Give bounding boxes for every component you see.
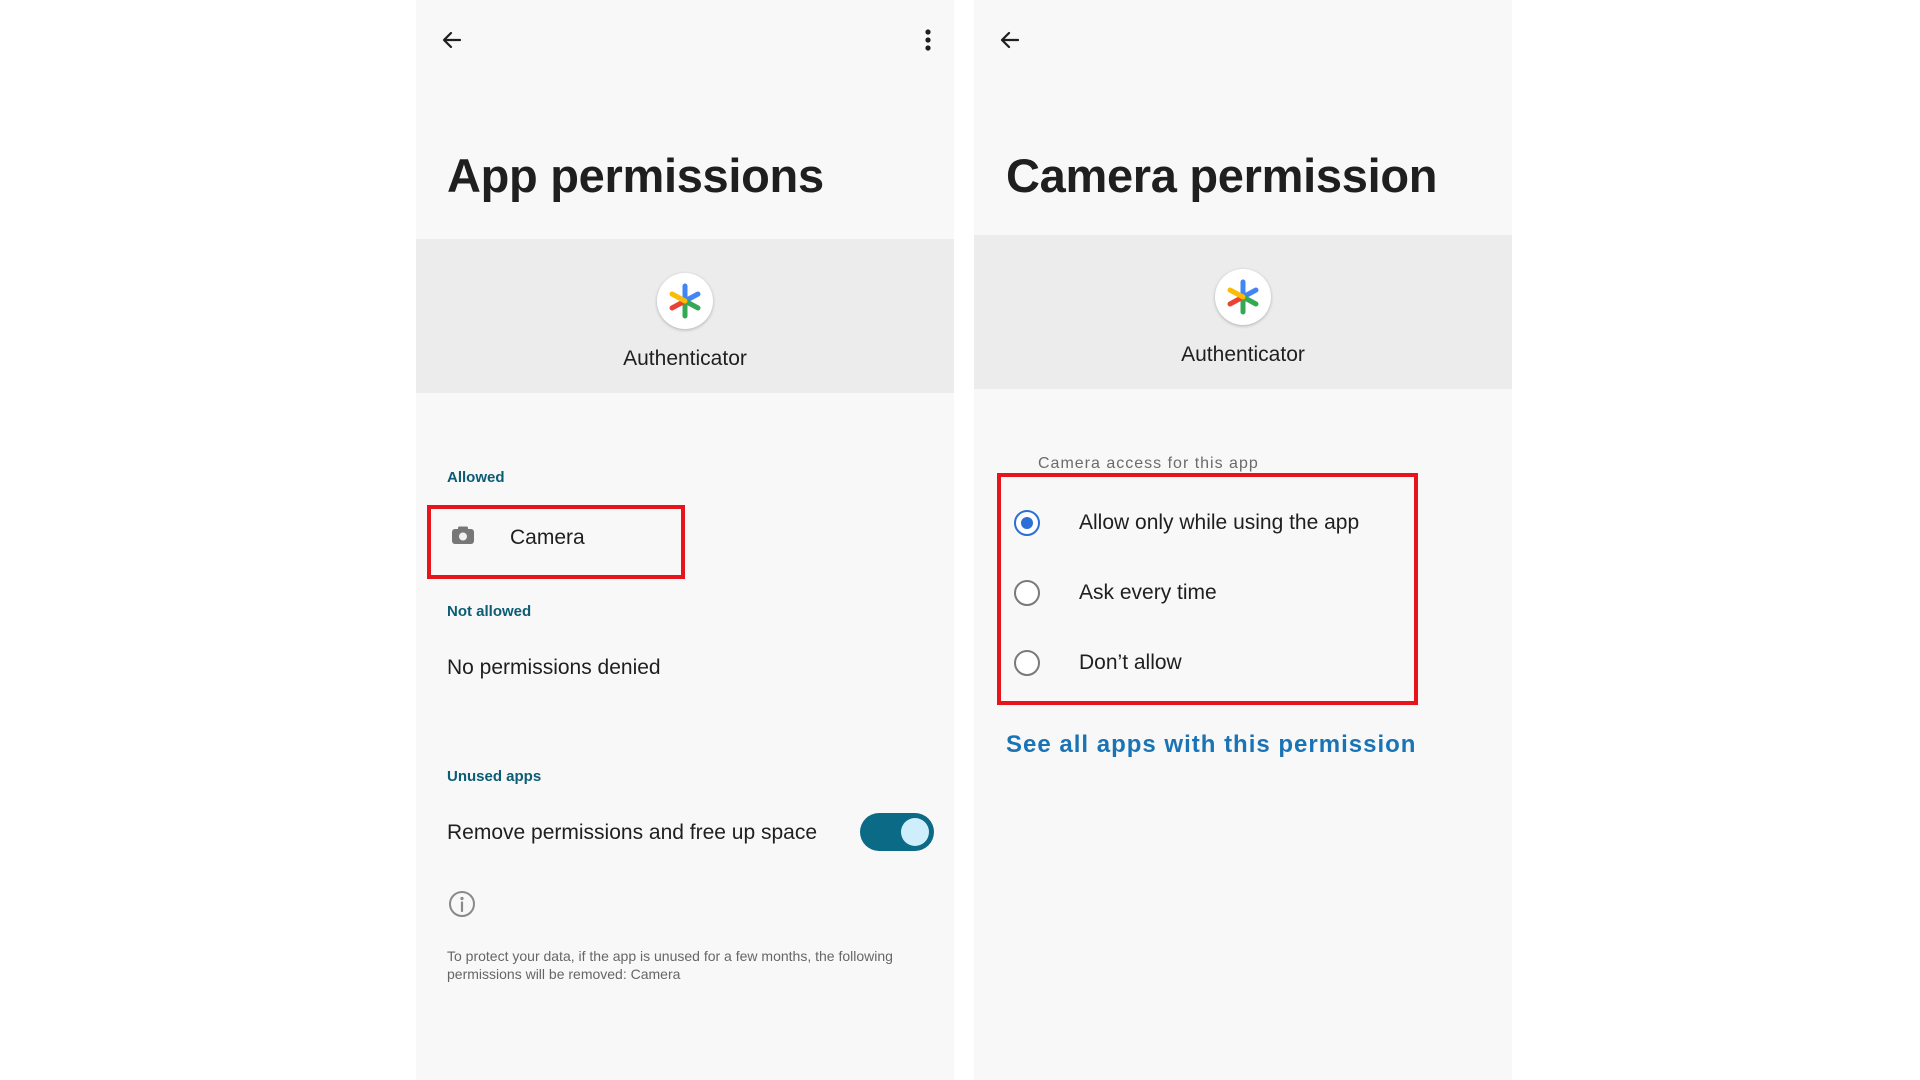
info-icon	[449, 891, 475, 917]
camera-access-subheader: Camera access for this app	[1038, 455, 1259, 472]
unused-apps-footnote: To protect your data, if the app is unus…	[447, 948, 893, 982]
more-vert-icon	[925, 29, 931, 51]
back-button[interactable]	[988, 18, 1032, 62]
authenticator-logo-icon	[1215, 269, 1271, 325]
camera-highlight-box	[427, 505, 685, 579]
app-name: Authenticator	[623, 347, 747, 370]
no-permissions-denied-text: No permissions denied	[447, 656, 661, 679]
not-allowed-section-label: Not allowed	[447, 603, 532, 620]
back-arrow-icon	[1000, 31, 1020, 49]
authenticator-logo-icon	[657, 273, 713, 329]
camera-permission-screen: Camera permission Authenticator Camera a…	[974, 0, 1512, 1080]
page-title: Camera permission	[1006, 149, 1438, 202]
back-arrow-icon	[442, 31, 462, 49]
more-options-button[interactable]	[906, 18, 950, 62]
page-title: App permissions	[447, 149, 824, 202]
remove-permissions-toggle[interactable]	[860, 813, 934, 851]
app-header: Authenticator	[974, 235, 1512, 389]
app-permissions-screen: App permissions Authenticator Allowed Ca…	[416, 0, 954, 1080]
toggle-knob	[901, 818, 929, 846]
app-header: Authenticator	[416, 239, 954, 393]
unused-apps-section-label: Unused apps	[447, 768, 542, 785]
remove-permissions-label: Remove permissions and free up space	[447, 821, 818, 844]
options-highlight-box	[997, 473, 1418, 705]
allowed-section-label: Allowed	[447, 469, 505, 486]
see-all-apps-link[interactable]: See all apps with this permission	[1006, 731, 1416, 759]
app-name: Authenticator	[1181, 343, 1305, 366]
back-button[interactable]	[430, 18, 474, 62]
